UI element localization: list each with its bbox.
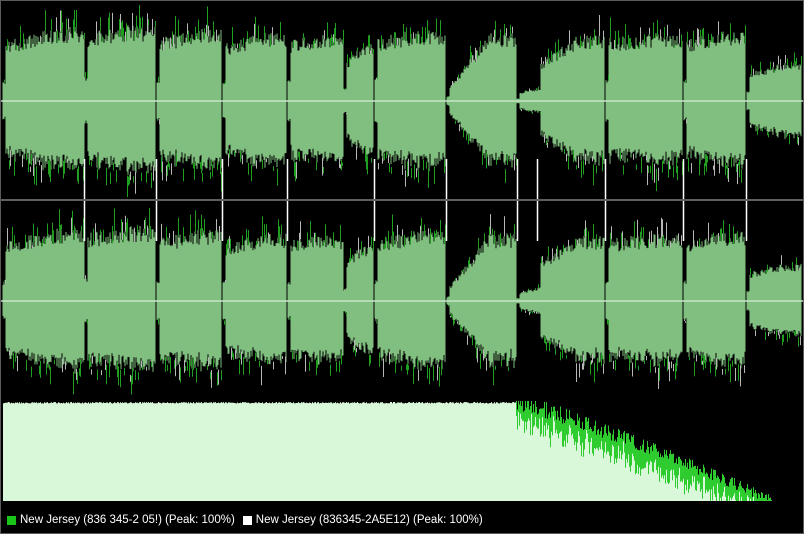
spectrum-graphic bbox=[1, 399, 803, 503]
legend-label-track-2: New Jersey (836345-2A5E12) (Peak: 100%) bbox=[255, 514, 483, 526]
left-channel-waveform[interactable] bbox=[1, 1, 803, 199]
legend: New Jersey (836 345-2 05!) (Peak: 100%) … bbox=[1, 509, 803, 531]
waveform-comparison-window: New Jersey (836 345-2 05!) (Peak: 100%) … bbox=[0, 0, 804, 534]
right-channel-waveform-graphic bbox=[1, 201, 803, 397]
spectrum-panel[interactable] bbox=[1, 399, 803, 503]
legend-swatch-white bbox=[242, 515, 252, 525]
legend-item-track-1: New Jersey (836 345-2 05!) (Peak: 100%) bbox=[7, 514, 235, 526]
legend-item-track-2: New Jersey (836345-2A5E12) (Peak: 100%) bbox=[242, 514, 483, 526]
left-channel-waveform-graphic bbox=[1, 1, 803, 199]
right-channel-waveform[interactable] bbox=[1, 201, 803, 397]
legend-label-track-1: New Jersey (836 345-2 05!) (Peak: 100%) bbox=[20, 514, 235, 526]
legend-swatch-green bbox=[7, 515, 16, 525]
